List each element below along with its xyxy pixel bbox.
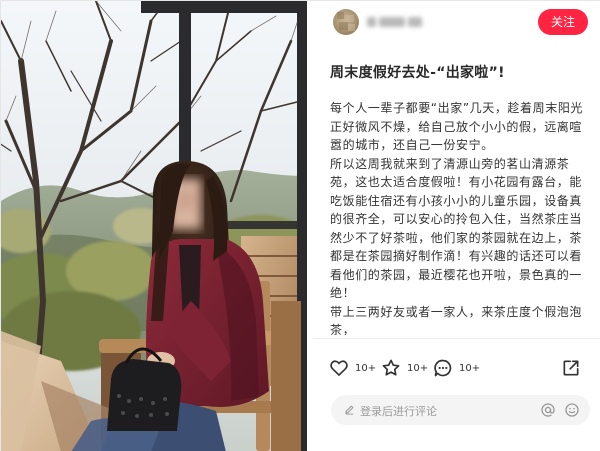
comment-placeholder: 登录后进行评论	[360, 405, 437, 418]
collect-count: 10+	[407, 362, 429, 374]
post-detail-view: 关注 周末度假好去处-“出家啦”! 每个人一辈子都要“出家”几天，趁着周末阳光正…	[0, 0, 600, 451]
star-icon	[382, 359, 400, 376]
comment-input[interactable]: 登录后进行评论	[331, 395, 590, 425]
author-avatar[interactable]	[333, 9, 359, 35]
at-icon[interactable]	[540, 402, 556, 418]
share-icon[interactable]	[561, 358, 581, 378]
comment-count: 10+	[459, 362, 481, 374]
post-paragraph: 所以这周我就来到了清源山旁的茗山清源茶苑，这也太适合度假啦！有小花园有露台，能吃…	[330, 156, 583, 301]
post-panel: 关注 周末度假好去处-“出家啦”! 每个人一辈子都要“出家”几天，趁着周末阳光正…	[307, 1, 600, 451]
heart-icon	[330, 360, 348, 376]
divider	[313, 338, 600, 339]
comment-button[interactable]: 10+	[433, 355, 480, 381]
post-header: 关注	[307, 1, 600, 43]
like-button[interactable]: 10+	[329, 355, 376, 381]
follow-button[interactable]: 关注	[538, 9, 588, 35]
post-paragraph: 每个人一辈子都要“出家”几天，趁着周末阳光正好微风不燥，给自己放个小小的假，远离…	[330, 101, 584, 152]
engagement-bar: 10+ 10+ 10+	[329, 355, 589, 381]
pencil-icon	[345, 405, 354, 415]
post-paragraph: 带上三两好友或者一家人，来茶庄度个假泡泡茶，	[330, 304, 583, 336]
emoji-icon[interactable]	[564, 402, 580, 418]
post-title: 周末度假好去处-“出家啦”!	[330, 65, 505, 81]
chat-bubble-icon	[434, 359, 452, 377]
collect-button[interactable]: 10+	[381, 355, 428, 381]
author-name-redacted[interactable]	[367, 15, 437, 29]
like-count: 10+	[355, 362, 377, 374]
post-body: 每个人一辈子都要“出家”几天，趁着周末阳光正好微风不燥，给自己放个小小的假，远离…	[330, 99, 588, 335]
post-photo[interactable]	[1, 1, 307, 451]
